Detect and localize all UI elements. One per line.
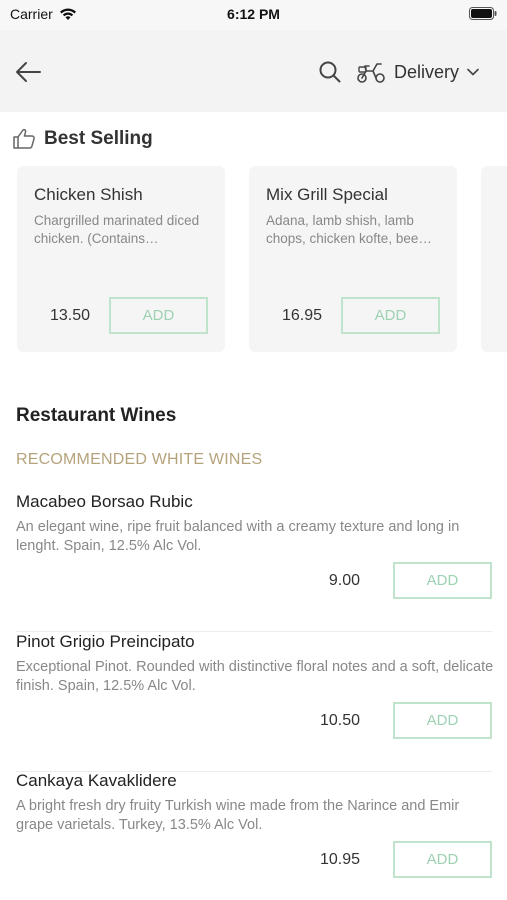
section-title: Restaurant Wines (16, 405, 177, 426)
add-button[interactable]: ADD (393, 562, 492, 599)
item-price: 13.50 (50, 307, 91, 324)
top-bar: Delivery (0, 30, 507, 112)
delivery-mode-selector[interactable]: Delivery (356, 57, 479, 87)
subsection-title: RECOMMENDED WHITE WINES (16, 451, 263, 468)
back-button[interactable] (10, 54, 46, 90)
item-price: 10.50 (319, 712, 360, 729)
best-selling-card[interactable]: Mix Grill Special Adana, lamb shish, lam… (249, 166, 457, 352)
search-icon (319, 61, 341, 83)
item-description: Chargrilled marinated diced chicken. (Co… (34, 213, 200, 246)
item-name: Cankaya Kavaklidere (16, 771, 177, 790)
best-selling-card-peek[interactable] (481, 166, 507, 352)
clock: 6:12 PM (227, 6, 280, 22)
item-name: Macabeo Borsao Rubic (16, 492, 193, 511)
menu-item[interactable]: Pinot Grigio Preincipato Exceptional Pin… (16, 632, 494, 772)
search-button[interactable] (316, 58, 344, 86)
chevron-down-icon (467, 68, 479, 76)
item-name: Chicken Shish (34, 185, 143, 204)
menu-item[interactable]: Cankaya Kavaklidere A bright fresh dry f… (16, 771, 492, 900)
delivery-label: Delivery (394, 61, 460, 82)
best-selling-title: Best Selling (44, 128, 153, 149)
item-price: 10.95 (319, 851, 360, 868)
item-price: 9.00 (328, 572, 360, 589)
item-name: Pinot Grigio Preincipato (16, 632, 195, 651)
back-arrow-icon (16, 62, 41, 82)
add-button[interactable]: ADD (393, 841, 492, 878)
item-description: A bright fresh dry fruity Turkish wine m… (16, 798, 460, 833)
status-bar: Carrier 6:12 PM (0, 0, 507, 30)
item-description: Adana, lamb shish, lamb chops, chicken k… (266, 213, 432, 246)
best-selling-carousel[interactable]: Chicken Shish Chargrilled marinated dice… (0, 166, 507, 356)
item-price: 16.95 (282, 307, 323, 324)
add-button[interactable]: ADD (393, 702, 492, 739)
scooter-icon (357, 63, 385, 83)
add-button[interactable]: ADD (109, 297, 208, 334)
battery-icon (469, 7, 497, 20)
item-name: Mix Grill Special (266, 185, 388, 204)
item-description: An elegant wine, ripe fruit balanced wit… (16, 519, 460, 554)
best-selling-header: Best Selling (12, 128, 153, 150)
item-description: Exceptional Pinot. Rounded with distinct… (16, 659, 494, 694)
menu-item[interactable]: Macabeo Borsao Rubic An elegant wine, ri… (16, 492, 492, 632)
best-selling-card[interactable]: Chicken Shish Chargrilled marinated dice… (17, 166, 225, 352)
thumbs-up-icon (13, 128, 35, 149)
add-button[interactable]: ADD (341, 297, 440, 334)
